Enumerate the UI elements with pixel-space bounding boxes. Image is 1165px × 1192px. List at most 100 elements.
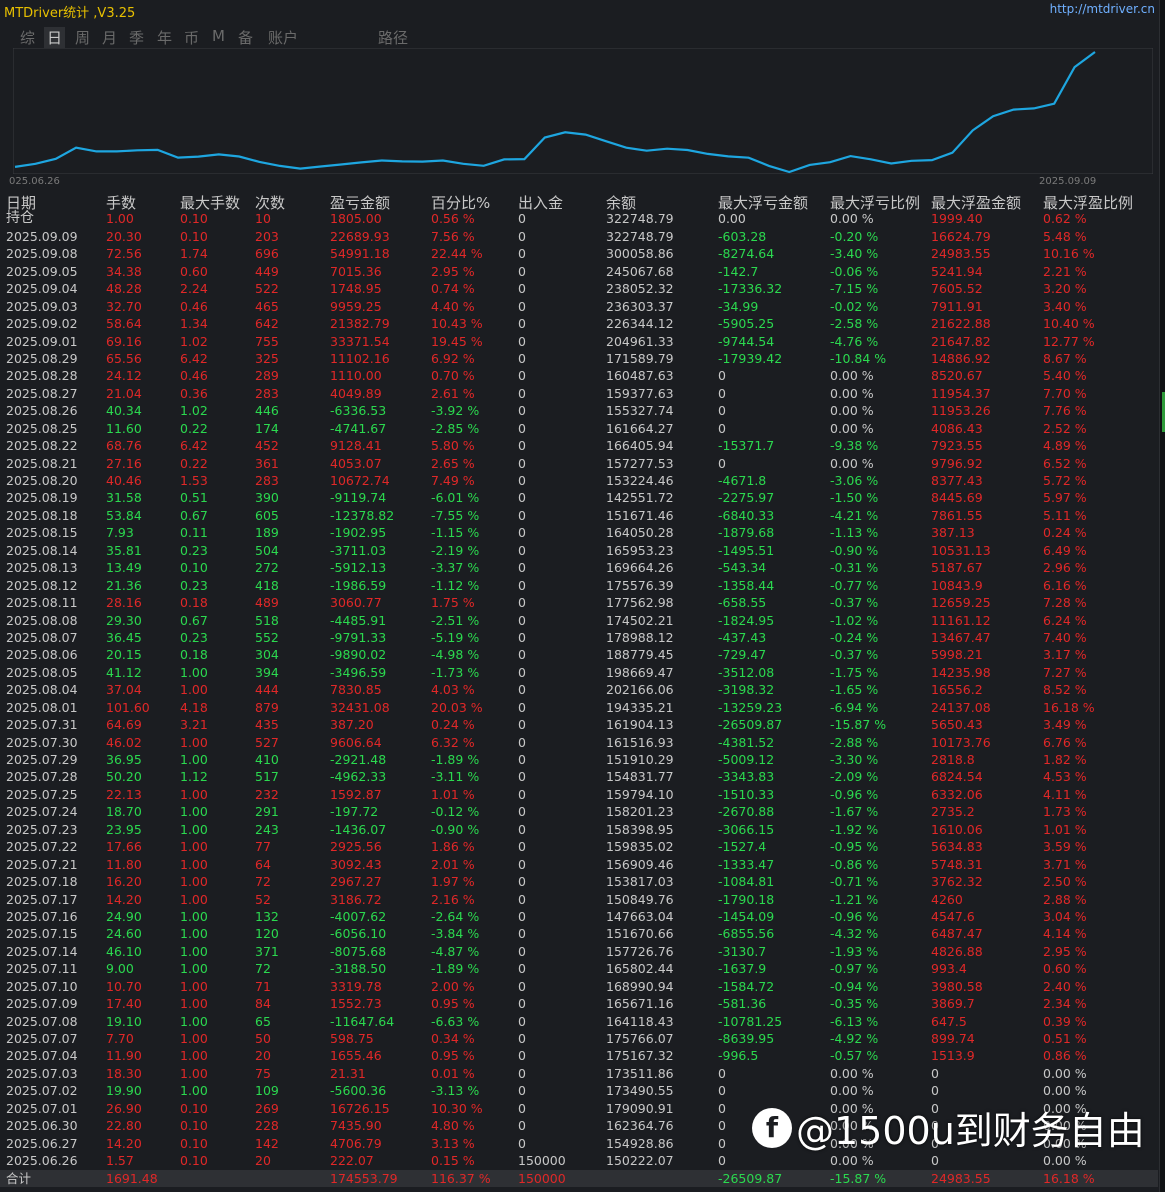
table-row[interactable]: 2025.09.09 20.30 0.10 203 22689.93 7.56 % 0 322… [0,228,1158,245]
table-row[interactable]: 2025.07.18 16.20 1.00 72 2967.27 1.97 % 0 15381… [0,873,1158,890]
table-cell: 0 [518,263,526,279]
table-row[interactable]: 2025.08.11 28.16 0.18 489 3060.77 1.75 % 0 1775… [0,594,1158,611]
scrollbar[interactable] [1159,0,1165,1192]
table-cell: 449 [255,263,279,279]
table-row[interactable]: 2025.07.07 7.70 1.00 50 598.75 0.34 % 0 175766.… [0,1030,1158,1047]
title-bar: MTDriver统计 ,V3.25 http://mtdriver.cn [0,0,1165,21]
table-cell: 5.48 % [1043,228,1087,244]
table-row[interactable]: 2025.08.06 20.15 0.18 304 -9890.02 -4.98 % 0 18… [0,646,1158,663]
table-cell: 169664.26 [606,560,674,576]
table-row[interactable]: 2025.07.23 23.95 1.00 243 -1436.07 -0.90 % 0 15… [0,821,1158,838]
table-cell: 8520.67 [931,368,983,384]
tab-9[interactable]: 备 [238,27,253,48]
table-row[interactable]: 2025.07.25 22.13 1.00 232 1592.87 1.01 % 0 1597… [0,786,1158,803]
table-row[interactable]: 2025.08.20 40.46 1.53 283 10672.74 7.49 % 0 153… [0,472,1158,489]
table-row[interactable]: 2025.09.04 48.28 2.24 522 1748.95 0.74 % 0 2380… [0,280,1158,297]
table-cell: 0.01 % [431,1065,475,1081]
table-row[interactable]: 2025.08.15 7.93 0.11 189 -1902.95 -1.15 % 0 164… [0,524,1158,541]
table-cell: 1552.73 [330,996,382,1012]
table-row[interactable]: 2025.08.19 31.58 0.51 390 -9119.74 -6.01 % 0 14… [0,489,1158,506]
table-row[interactable]: 2025.07.03 18.30 1.00 75 21.31 0.01 % 0 173511.… [0,1065,1158,1082]
table-row[interactable]: 持仓 1.00 0.10 10 1805.00 0.56 % 0 322748.79 0.00 0… [0,210,1158,227]
table-row[interactable]: 2025.08.18 53.84 0.67 605 -12378.82 -7.55 % 0 1… [0,507,1158,524]
table-row[interactable]: 2025.07.24 18.70 1.00 291 -197.72 -0.12 % 0 158… [0,803,1158,820]
table-row[interactable]: 2025.08.21 27.16 0.22 361 4053.07 2.65 % 0 1572… [0,455,1158,472]
table-row[interactable]: 2025.08.05 41.12 1.00 394 -3496.59 -1.73 % 0 19… [0,664,1158,681]
table-cell: 5650.43 [931,717,983,733]
table-row[interactable]: 2025.08.27 21.04 0.36 283 4049.89 2.61 % 0 1593… [0,385,1158,402]
table-row[interactable]: 2025.07.10 10.70 1.00 71 3319.78 2.00 % 0 16899… [0,978,1158,995]
table-cell: -5.19 % [431,629,480,645]
total-cell: 16.18 % [1043,1170,1095,1186]
table-cell: -1.89 % [431,752,480,767]
table-row[interactable]: 2025.07.14 46.10 1.00 371 -8075.68 -4.87 % 0 15… [0,943,1158,960]
table-cell: 16556.2 [931,682,983,698]
tab-11[interactable]: 路径 [378,27,408,48]
tab-2[interactable]: 日 [44,27,66,48]
table-cell: 527 [255,734,279,750]
table-cell: -729.47 [718,647,767,663]
table-row[interactable]: 2025.08.13 13.49 0.10 272 -5912.13 -3.37 % 0 16… [0,559,1158,576]
table-row[interactable]: 2025.07.31 64.69 3.21 435 387.20 0.24 % 0 16190… [0,716,1158,733]
table-row[interactable]: 2025.08.07 36.45 0.23 552 -9791.33 -5.19 % 0 17… [0,629,1158,646]
table-row[interactable]: 2025.07.08 19.10 1.00 65 -11647.64 -6.63 % 0 16… [0,1013,1158,1030]
table-cell: 132 [255,908,279,924]
table-row[interactable]: 2025.09.02 58.64 1.34 642 21382.79 10.43 % 0 22… [0,315,1158,332]
table-row[interactable]: 2025.08.14 35.81 0.23 504 -3711.03 -2.19 % 0 16… [0,542,1158,559]
tab-8[interactable]: M [212,27,225,45]
table-row[interactable]: 2025.08.04 37.04 1.00 444 7830.85 4.03 % 0 2021… [0,681,1158,698]
table-cell: 4.14 % [1043,926,1087,942]
tab-4[interactable]: 月 [102,27,117,48]
table-row[interactable]: 2025.07.11 9.00 1.00 72 -3188.50 -1.89 % 0 1658… [0,960,1158,977]
table-row[interactable]: 2025.07.09 17.40 1.00 84 1552.73 0.95 % 0 16567… [0,995,1158,1012]
table-row[interactable]: 2025.08.28 24.12 0.46 289 1110.00 0.70 % 0 1604… [0,367,1158,384]
tab-1[interactable]: 综 [20,27,35,48]
tab-6[interactable]: 年 [157,27,172,48]
site-link[interactable]: http://mtdriver.cn [1050,2,1155,16]
table-cell: 150849.76 [606,891,674,907]
table-row[interactable]: 2025.07.29 36.95 1.00 410 -2921.48 -1.89 % 0 15… [0,751,1158,768]
table-row[interactable]: 2025.08.26 40.34 1.02 446 -6336.53 -3.92 % 0 15… [0,402,1158,419]
table-row[interactable]: 2025.07.02 19.90 1.00 109 -5600.36 -3.13 % 0 17… [0,1082,1158,1099]
table-cell: 0 [518,856,526,872]
table-cell: 2025.08.18 [6,507,78,523]
table-cell: 283 [255,385,279,401]
table-cell: 2025.07.28 [6,769,78,785]
table-row[interactable]: 2025.08.08 29.30 0.67 518 -4485.91 -2.51 % 0 17… [0,612,1158,629]
table-row[interactable]: 2025.08.12 21.36 0.23 418 -1986.59 -1.12 % 0 17… [0,577,1158,594]
table-cell: 4053.07 [330,455,382,471]
table-cell: 0.00 % [830,385,874,401]
table-row[interactable]: 2025.08.01 101.60 4.18 879 32431.08 20.03 % 0 1… [0,699,1158,716]
table-row[interactable]: 2025.07.28 50.20 1.12 517 -4962.33 -3.11 % 0 15… [0,768,1158,785]
table-row[interactable]: 2025.07.21 11.80 1.00 64 3092.43 2.01 % 0 15690… [0,856,1158,873]
table-row[interactable]: 2025.09.01 69.16 1.02 755 33371.54 19.45 % 0 20… [0,333,1158,350]
table-cell: 0.51 % [1043,1031,1087,1046]
tab-5[interactable]: 季 [129,27,144,48]
table-row[interactable]: 2025.09.08 72.56 1.74 696 54991.18 22.44 % 0 30… [0,245,1158,262]
tab-7[interactable]: 币 [184,27,199,48]
table-row[interactable]: 2025.08.22 68.76 6.42 452 9128.41 5.80 % 0 1664… [0,437,1158,454]
table-cell: 232 [255,786,279,802]
tab-10[interactable]: 账户 [268,27,298,48]
table-row[interactable]: 2025.09.03 32.70 0.46 465 9959.25 4.40 % 0 2363… [0,298,1158,315]
table-cell: 7.28 % [1043,595,1087,611]
table-cell: 226344.12 [606,316,674,332]
tab-3[interactable]: 周 [75,27,90,48]
table-row[interactable]: 2025.07.16 24.90 1.00 132 -4007.62 -2.64 % 0 14… [0,908,1158,925]
table-cell: 4.40 % [431,298,475,314]
table-cell: 34.38 [106,263,142,279]
table-row[interactable]: 2025.08.29 65.56 6.42 325 11102.16 6.92 % 0 171… [0,350,1158,367]
table-row[interactable]: 2025.07.30 46.02 1.00 527 9606.64 6.32 % 0 1615… [0,734,1158,751]
table-cell: 13467.47 [931,629,991,645]
table-row[interactable]: 2025.07.04 11.90 1.00 20 1655.46 0.95 % 0 17516… [0,1047,1158,1064]
table-cell: 228 [255,1118,279,1134]
table-cell: -1510.33 [718,786,775,802]
table-row[interactable]: 2025.07.22 17.66 1.00 77 2925.56 1.86 % 0 15983… [0,838,1158,855]
table-row[interactable]: 2025.07.15 24.60 1.00 120 -6056.10 -3.84 % 0 15… [0,925,1158,942]
table-row[interactable]: 2025.08.25 11.60 0.22 174 -4741.67 -2.85 % 0 16… [0,420,1158,437]
table-cell: 2025.08.21 [6,455,78,471]
table-row[interactable]: 2025.09.05 34.38 0.60 449 7015.36 2.95 % 0 2450… [0,263,1158,280]
table-cell: 69.16 [106,333,142,349]
table-row[interactable]: 2025.07.17 14.20 1.00 52 3186.72 2.16 % 0 15084… [0,891,1158,908]
table-cell: 0.18 [180,647,208,663]
